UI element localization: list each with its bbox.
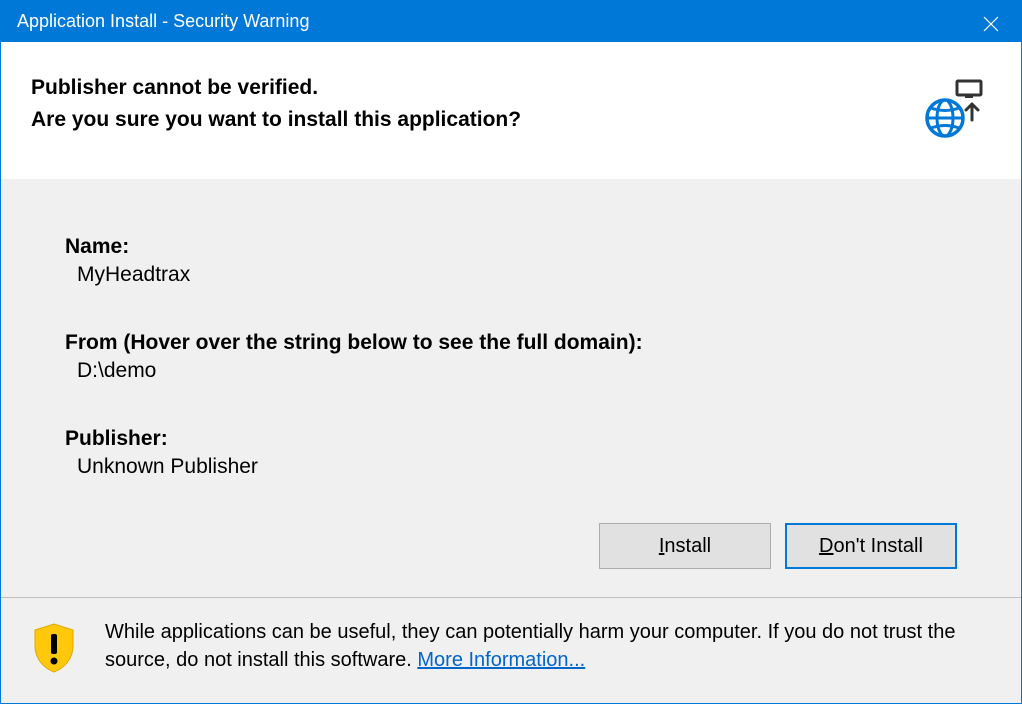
header-section: Publisher cannot be verified. Are you su… xyxy=(1,42,1021,179)
install-button[interactable]: Install xyxy=(599,523,771,569)
more-information-link[interactable]: More Information... xyxy=(417,649,585,671)
install-rest: nstall xyxy=(664,535,711,558)
name-label: Name: xyxy=(65,235,957,259)
shield-warning-icon xyxy=(31,622,77,679)
name-value: MyHeadtrax xyxy=(77,263,957,287)
dont-accel: D xyxy=(819,535,833,558)
header-line1: Publisher cannot be verified. xyxy=(31,72,521,104)
header-text: Publisher cannot be verified. Are you su… xyxy=(31,72,521,135)
header-line2: Are you sure you want to install this ap… xyxy=(31,104,521,136)
publisher-value: Unknown Publisher xyxy=(77,455,957,479)
field-from: From (Hover over the string below to see… xyxy=(65,331,957,383)
close-icon xyxy=(983,16,999,32)
body-section: Name: MyHeadtrax From (Hover over the st… xyxy=(1,179,1021,597)
button-row: Install Don't Install xyxy=(65,523,957,569)
from-value: D:\demo xyxy=(77,359,957,383)
from-label: From (Hover over the string below to see… xyxy=(65,331,957,355)
publisher-label: Publisher: xyxy=(65,427,957,451)
dont-rest: on't Install xyxy=(834,535,923,558)
field-name: Name: MyHeadtrax xyxy=(65,235,957,287)
dont-install-button[interactable]: Don't Install xyxy=(785,523,957,569)
globe-install-icon xyxy=(923,78,985,145)
footer-text: While applications can be useful, they c… xyxy=(105,618,993,674)
titlebar: Application Install - Security Warning xyxy=(1,1,1021,42)
window-title: Application Install - Security Warning xyxy=(17,11,309,32)
field-publisher: Publisher: Unknown Publisher xyxy=(65,427,957,479)
footer-section: While applications can be useful, they c… xyxy=(1,597,1021,703)
close-button[interactable] xyxy=(961,1,1021,47)
